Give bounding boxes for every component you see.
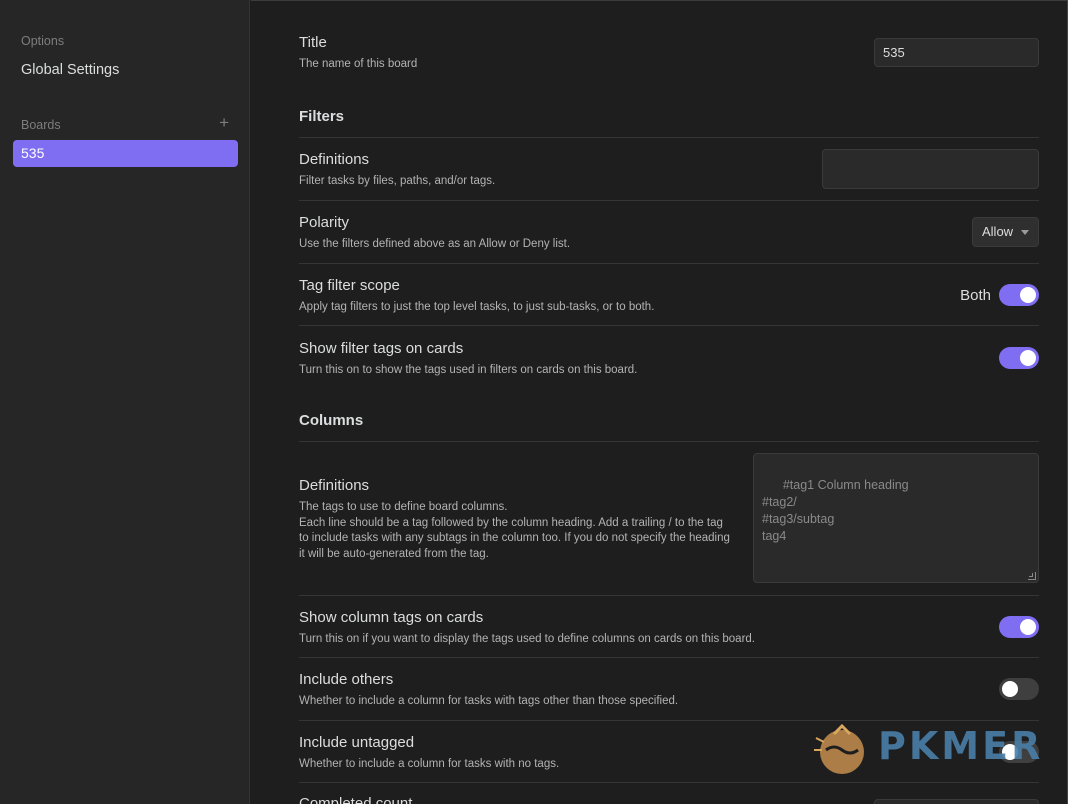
setting-desc: The name of this board	[299, 58, 418, 70]
setting-desc: The tags to use to define board columns.…	[299, 500, 734, 562]
setting-desc: Turn this on if you want to display the …	[299, 633, 756, 645]
resize-handle-icon[interactable]	[1028, 572, 1036, 580]
title-input[interactable]: 535	[874, 38, 1039, 67]
setting-name: Title	[299, 34, 327, 51]
setting-name: Polarity	[299, 214, 350, 231]
setting-desc: Apply tag filters to just the top level …	[299, 301, 655, 313]
setting-name: Definitions	[299, 477, 370, 494]
setting-column-definitions: Definitions The tags to use to define bo…	[299, 441, 1039, 595]
include-others-toggle[interactable]	[999, 678, 1039, 700]
setting-desc: Use the filters defined above as an Allo…	[299, 238, 571, 250]
polarity-dropdown[interactable]: Allow	[972, 217, 1039, 247]
setting-desc: Whether to include a column for tasks wi…	[299, 758, 560, 770]
setting-include-others: Include others Whether to include a colu…	[299, 657, 1039, 720]
sidebar-item-board-active[interactable]: 535	[13, 140, 238, 167]
setting-name: Show column tags on cards	[299, 609, 484, 626]
watermark-text: PKMER	[878, 724, 1044, 768]
setting-name: Show filter tags on cards	[299, 340, 464, 357]
toggle-knob	[1020, 619, 1036, 635]
completed-count-input[interactable]	[874, 799, 1039, 804]
toggle-knob	[1002, 681, 1018, 697]
window-top-edge	[251, 0, 1068, 1]
pkmer-watermark: PKMER	[812, 720, 1052, 780]
setting-name: Include untagged	[299, 734, 415, 751]
textarea-placeholder: #tag1 Column heading #tag2/ #tag3/subtag…	[762, 478, 909, 543]
setting-tag-filter-scope: Tag filter scope Apply tag filters to ju…	[299, 263, 1039, 325]
dropdown-value: Allow	[982, 224, 1014, 239]
add-board-icon[interactable]: +	[219, 113, 229, 133]
toggle-knob	[1020, 287, 1036, 303]
setting-desc: Turn this on to show the tags used in fi…	[299, 364, 638, 376]
chevron-down-icon	[1021, 230, 1029, 235]
filter-definitions-textarea[interactable]	[822, 149, 1039, 189]
setting-completed-count: Completed count	[299, 782, 1039, 804]
column-definitions-textarea[interactable]: #tag1 Column heading #tag2/ #tag3/subtag…	[753, 453, 1039, 583]
tag-scope-label: Both	[960, 287, 991, 304]
setting-desc: Whether to include a column for tasks wi…	[299, 695, 679, 707]
setting-desc: Filter tasks by files, paths, and/or tag…	[299, 175, 496, 187]
sidebar-item-global-settings[interactable]: Global Settings	[21, 62, 119, 78]
setting-name: Definitions	[299, 151, 370, 168]
setting-name: Tag filter scope	[299, 277, 400, 294]
settings-pane: Title The name of this board 535 Filters…	[251, 0, 1068, 804]
boards-label: Boards	[21, 118, 61, 132]
setting-name: Completed count	[299, 795, 413, 804]
show-filter-tags-toggle[interactable]	[999, 347, 1039, 369]
setting-title: Title The name of this board 535	[299, 30, 1039, 82]
filters-heading: Filters	[299, 108, 345, 125]
desc-line: Each line should be a tag followed by th…	[299, 516, 730, 560]
options-label: Options	[21, 34, 65, 48]
columns-heading: Columns	[299, 412, 364, 429]
sidebar: Options Global Settings Boards + 535	[0, 0, 250, 804]
toggle-knob	[1020, 350, 1036, 366]
setting-name: Include others	[299, 671, 394, 688]
filters-section: Filters	[299, 104, 1039, 136]
setting-show-filter-tags: Show filter tags on cards Turn this on t…	[299, 325, 1039, 387]
columns-section: Columns	[299, 408, 1039, 440]
setting-filter-definitions: Definitions Filter tasks by files, paths…	[299, 137, 1039, 200]
tag-scope-toggle[interactable]	[999, 284, 1039, 306]
show-column-tags-toggle[interactable]	[999, 616, 1039, 638]
setting-polarity: Polarity Use the filters defined above a…	[299, 200, 1039, 263]
desc-line: The tags to use to define board columns.	[299, 501, 508, 513]
pkmer-logo-icon	[814, 723, 864, 774]
setting-show-column-tags: Show column tags on cards Turn this on i…	[299, 595, 1039, 657]
